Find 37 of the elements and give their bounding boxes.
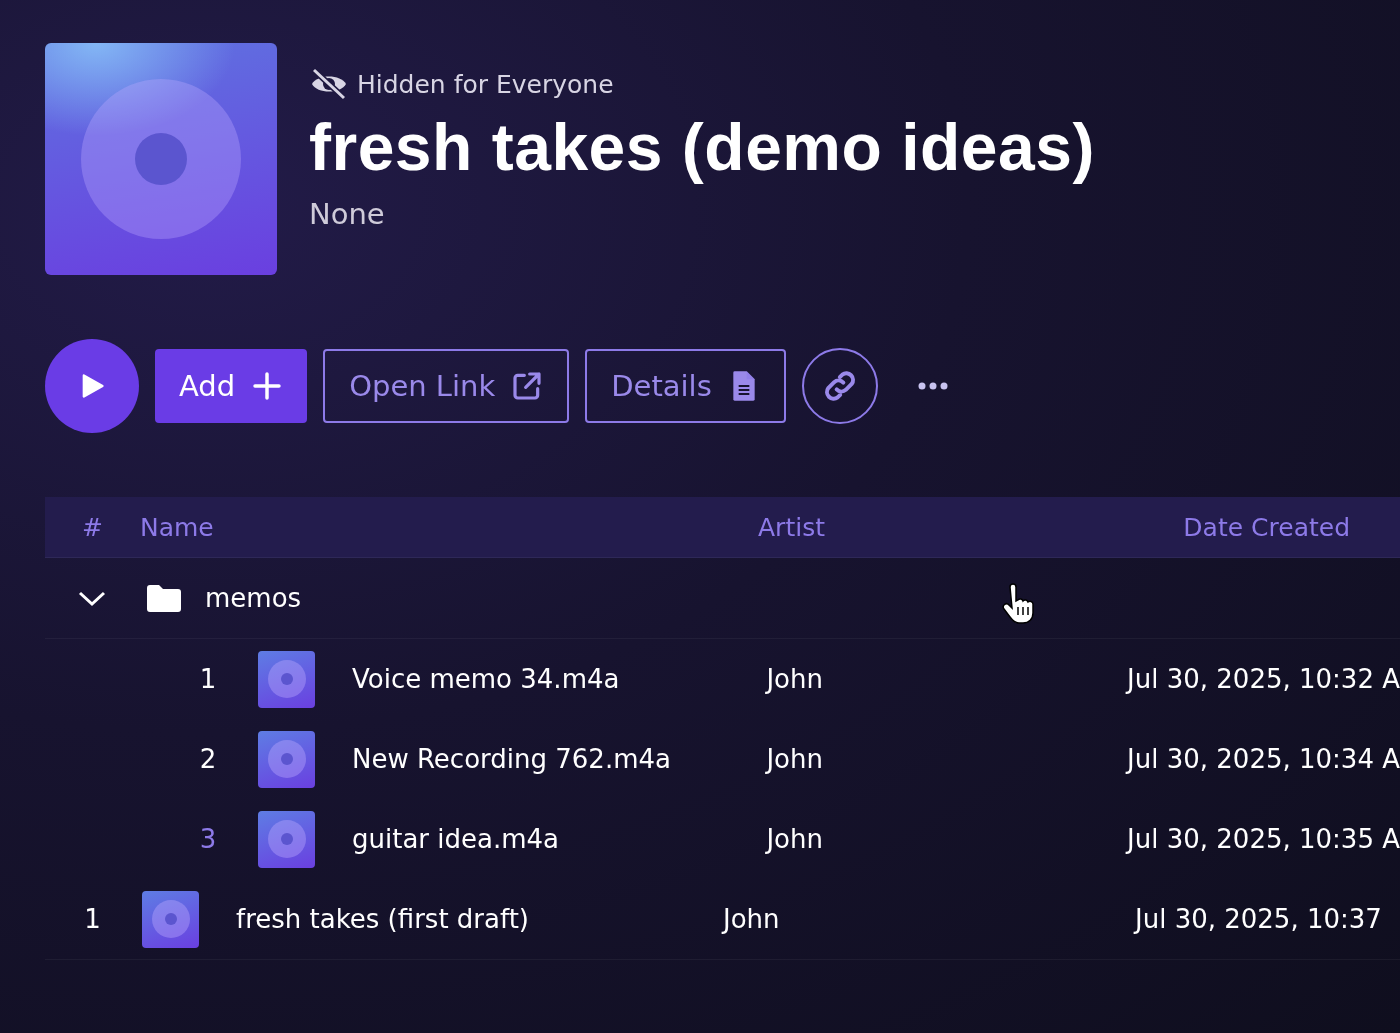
column-header[interactable]: # <box>45 512 140 542</box>
open-link-button[interactable]: Open Link <box>323 349 570 423</box>
external-link-icon <box>511 370 544 402</box>
folder-name[interactable]: memos <box>205 583 302 613</box>
artist-name: John <box>766 664 824 694</box>
artist-name: John <box>766 744 824 774</box>
track-number: 1 <box>83 904 102 934</box>
track-thumbnail <box>258 730 315 788</box>
more-icon[interactable] <box>917 382 948 390</box>
artist-name: John <box>766 824 824 854</box>
track-thumbnail <box>142 890 199 948</box>
column-header[interactable]: Artist <box>758 512 1138 542</box>
visibility-label: Hidden for Everyone <box>357 69 614 99</box>
track-name: Voice memo 34.m4a <box>352 664 621 694</box>
date-created: Jul 30, 2025, 10:32 A <box>1127 664 1400 694</box>
track-number: 2 <box>198 744 218 774</box>
eye-slash-icon <box>309 67 349 101</box>
details-button[interactable]: Details <box>585 349 786 423</box>
add-button[interactable]: Add <box>155 349 308 423</box>
folder-icon <box>147 584 181 612</box>
column-header[interactable]: Date Created <box>1138 512 1400 542</box>
copy-link-button[interactable] <box>801 348 878 424</box>
track-name: New Recording 762.m4a <box>352 744 672 774</box>
column-header[interactable]: Name <box>140 512 758 542</box>
playlist-title: fresh takes (demo ideas) <box>309 109 1095 185</box>
track-name: guitar idea.m4a <box>352 824 560 854</box>
date-created: Jul 30, 2025, 10:34 A <box>1127 744 1400 774</box>
artist-name: John <box>723 904 781 934</box>
track-number: 3 <box>198 824 218 854</box>
track-number: 1 <box>198 664 218 694</box>
date-created: Jul 30, 2025, 10:37 <box>1135 904 1382 934</box>
playlist-subtitle: None <box>309 197 386 231</box>
track-thumbnail <box>258 810 315 868</box>
track-name: fresh takes (first draft) <box>236 904 530 934</box>
track-thumbnail <box>258 650 315 708</box>
plus-icon <box>251 370 284 402</box>
date-created: Jul 30, 2025, 10:35 A <box>1127 824 1400 854</box>
